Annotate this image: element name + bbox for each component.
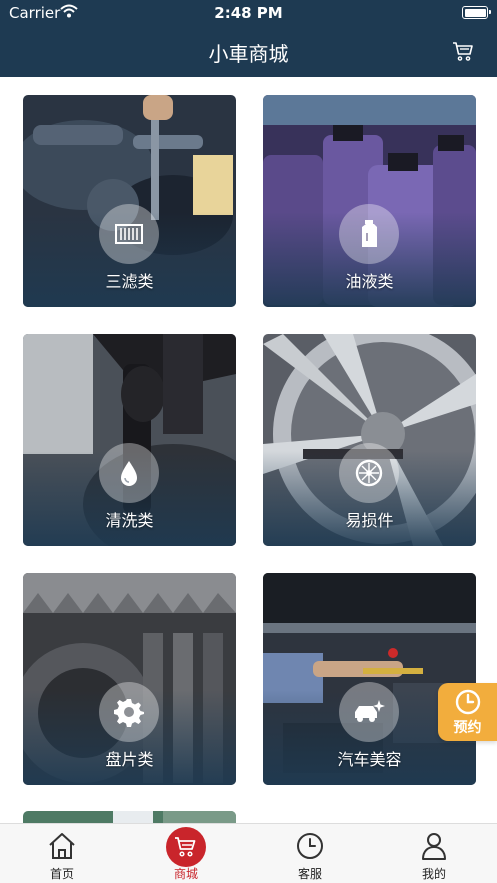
battery-icon (462, 6, 491, 19)
tab-label: 客服 (297, 867, 322, 881)
oil-bottle-icon (339, 204, 399, 264)
cart-icon[interactable] (451, 39, 475, 63)
reserve-label: 预约 (453, 720, 482, 736)
clock-icon (297, 833, 323, 859)
wheel-icon (339, 443, 399, 503)
category-label: 易损件 (345, 511, 394, 530)
page-title: 小車商城 (208, 42, 289, 66)
tab-label: 我的 (421, 867, 446, 881)
tab-home[interactable]: 首页 (0, 824, 124, 883)
status-bar: Carrier 2:48 PM (0, 0, 497, 26)
category-card-car-beauty[interactable]: 汽车美容 (263, 573, 476, 785)
partial-photo (23, 811, 236, 823)
user-icon (422, 833, 446, 860)
category-card-wear-parts[interactable]: 易损件 (263, 334, 476, 546)
cart-icon (166, 827, 206, 867)
tab-service[interactable]: 客服 (248, 824, 372, 883)
app-header: Carrier 2:48 PM 小車商城 (0, 0, 497, 77)
home-icon (49, 833, 75, 859)
category-card-cleaning[interactable]: 清洗类 (23, 334, 236, 546)
filter-icon (99, 204, 159, 264)
category-label: 三滤类 (105, 272, 154, 291)
clock-icon (455, 689, 481, 715)
category-card-filters[interactable]: 三滤类 (23, 95, 236, 307)
tab-profile[interactable]: 我的 (372, 824, 496, 883)
category-label: 清洗类 (105, 511, 154, 530)
tab-bar: 首页 商城 客服 我的 (0, 823, 497, 883)
category-label: 盘片类 (105, 750, 154, 769)
tab-label: 商城 (173, 867, 198, 881)
status-time: 2:48 PM (214, 4, 283, 22)
tab-mall[interactable]: 商城 (124, 824, 248, 883)
gear-icon (99, 682, 159, 742)
category-card-partial[interactable] (23, 811, 236, 823)
car-sparkle-icon (339, 682, 399, 742)
reserve-button[interactable]: 预约 (438, 683, 497, 741)
category-card-discs[interactable]: 盘片类 (23, 573, 236, 785)
category-grid: 三滤类 油液类 清洗类 易损件 盘片类 汽车美容 (0, 77, 497, 823)
category-label: 油液类 (345, 272, 394, 291)
category-label: 汽车美容 (337, 750, 402, 769)
tab-label: 首页 (49, 867, 74, 881)
water-drop-icon (99, 443, 159, 503)
category-card-oil[interactable]: 油液类 (263, 95, 476, 307)
